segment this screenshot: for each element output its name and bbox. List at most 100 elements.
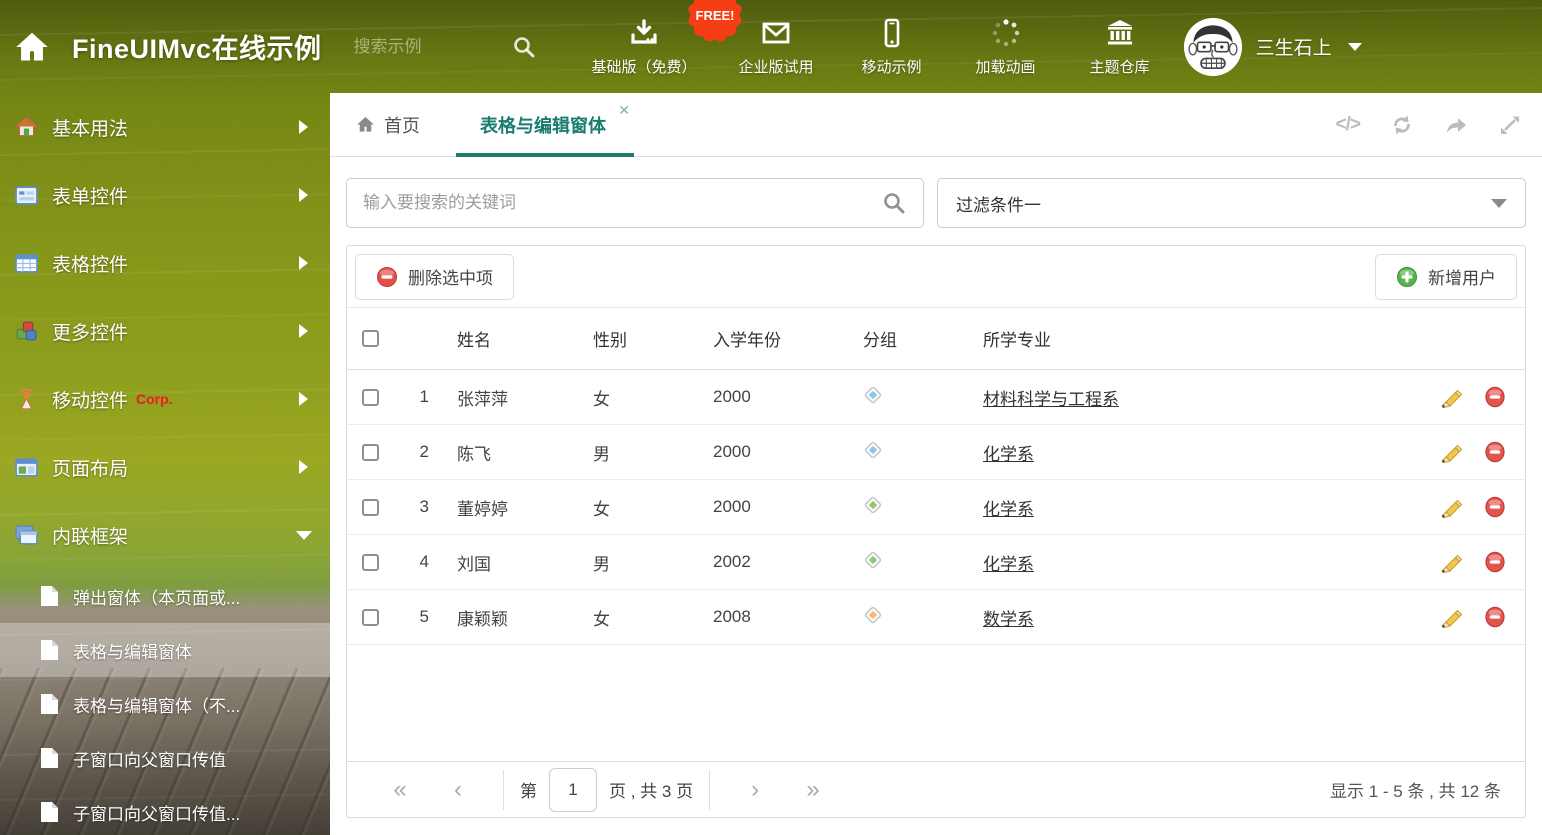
file-icon (41, 802, 58, 822)
download-icon (631, 18, 657, 44)
add-user-button[interactable]: 新增用户 (1375, 253, 1517, 300)
form-icon (15, 185, 38, 205)
open-new-window-icon[interactable] (1444, 113, 1468, 137)
nav-item-enterprise-trial[interactable]: 企业版试用 (739, 17, 814, 77)
plus-circle-icon (1397, 266, 1417, 287)
column-header-major[interactable]: 所学专业 (959, 326, 1415, 351)
row-checkbox[interactable] (361, 608, 379, 626)
sidebar-subitem-popup-window[interactable]: 弹出窗体（本页面或... (0, 569, 330, 623)
page-label-after: 页 , 共 3 页 (609, 782, 694, 801)
chevron-right-icon (299, 324, 308, 338)
column-header-group[interactable]: 分组 (839, 326, 959, 351)
home-icon[interactable] (14, 29, 50, 65)
filter-dropdown[interactable]: 过滤条件一 (937, 178, 1526, 228)
sidebar-item-basic-usage[interactable]: 基本用法 (0, 93, 330, 161)
cell-name: 康颖颖 (457, 609, 508, 629)
column-header-name[interactable]: 姓名 (433, 326, 569, 351)
row-checkbox[interactable] (361, 553, 379, 571)
select-all-checkbox[interactable] (361, 330, 379, 347)
sidebar-item-more-controls[interactable]: 更多控件 (0, 297, 330, 365)
nav-item-loading-animation[interactable]: 加载动画 (970, 17, 1042, 77)
delete-icon[interactable] (1484, 551, 1506, 573)
tag-icon (864, 496, 882, 513)
next-page-button[interactable]: › (726, 776, 784, 804)
close-icon[interactable]: ✕ (618, 102, 630, 119)
sidebar-item-iframe[interactable]: 内联框架 (0, 501, 330, 569)
search-icon[interactable] (512, 35, 536, 59)
cell-gender: 女 (593, 499, 610, 519)
avatar (1183, 17, 1242, 76)
first-page-button[interactable]: « (371, 776, 429, 804)
major-link[interactable]: 化学系 (983, 445, 1034, 464)
user-menu[interactable]: 三生石上 (1183, 17, 1362, 76)
corp-badge: Corp. (136, 391, 173, 407)
table-row: 4 刘国 男 2002 化学系 (347, 535, 1525, 590)
home-icon (357, 116, 374, 132)
sidebar-subitem-grid-edit-window-2[interactable]: 表格与编辑窗体（不... (0, 677, 330, 731)
tag-icon (864, 386, 882, 403)
chevron-down-icon (1491, 198, 1507, 208)
header-search-input[interactable] (353, 29, 504, 64)
free-badge: FREE! (686, 0, 744, 44)
row-checkbox[interactable] (361, 388, 379, 406)
spinner-icon (992, 18, 1019, 46)
tag-icon (864, 441, 882, 458)
tag-icon (864, 551, 882, 568)
column-header-year[interactable]: 入学年份 (689, 326, 839, 351)
major-link[interactable]: 数学系 (983, 610, 1034, 629)
edit-icon[interactable] (1440, 496, 1462, 518)
table-header-row: 姓名 性别 入学年份 分组 所学专业 (347, 308, 1525, 370)
sidebar-subitem-child-to-parent[interactable]: 子窗口向父窗口传值 (0, 731, 330, 785)
sidebar-item-grid-controls[interactable]: 表格控件 (0, 229, 330, 297)
chevron-right-icon (299, 256, 308, 270)
home-icon (14, 115, 39, 137)
delete-icon[interactable] (1484, 496, 1506, 518)
source-code-icon[interactable]: </> (1336, 114, 1362, 136)
nav-item-basic-edition[interactable]: 基础版（免费） (592, 17, 697, 77)
edit-icon[interactable] (1440, 606, 1462, 628)
nav-item-mobile-demo[interactable]: 移动示例 (856, 17, 928, 77)
last-page-button[interactable]: » (784, 776, 842, 804)
cell-gender: 男 (593, 444, 610, 464)
cell-year: 2002 (713, 552, 751, 571)
cell-gender: 男 (593, 554, 610, 574)
chevron-right-icon (299, 188, 308, 202)
sidebar-subitem-child-to-parent-2[interactable]: 子窗口向父窗口传值... (0, 785, 330, 835)
divider (503, 769, 504, 810)
delete-icon[interactable] (1484, 606, 1506, 628)
search-icon[interactable] (882, 191, 906, 215)
maximize-icon[interactable] (1498, 113, 1522, 137)
tab-bar: 首页 表格与编辑窗体 ✕ </> (330, 93, 1542, 157)
keyword-search-input[interactable] (346, 178, 924, 228)
file-icon (41, 748, 58, 768)
sidebar-item-form-controls[interactable]: 表单控件 (0, 161, 330, 229)
nav-item-theme-repo[interactable]: 主题仓库 (1084, 17, 1156, 77)
delete-icon[interactable] (1484, 386, 1506, 408)
major-link[interactable]: 化学系 (983, 500, 1034, 519)
sidebar-item-page-layout[interactable]: 页面布局 (0, 433, 330, 501)
tab-home[interactable]: 首页 (356, 93, 420, 156)
sidebar-item-mobile-controls[interactable]: 移动控件 Corp. (0, 365, 330, 433)
row-checkbox[interactable] (361, 443, 379, 461)
edit-icon[interactable] (1440, 551, 1462, 573)
sidebar-subitem-grid-edit-window[interactable]: 表格与编辑窗体 (0, 623, 330, 677)
bank-icon (1107, 19, 1132, 44)
major-link[interactable]: 材料科学与工程系 (983, 390, 1119, 409)
page-number-input[interactable] (549, 767, 597, 812)
delete-icon[interactable] (1484, 441, 1506, 463)
edit-icon[interactable] (1440, 441, 1462, 463)
prev-page-button[interactable]: ‹ (429, 776, 487, 804)
cell-year: 2000 (713, 497, 751, 516)
major-link[interactable]: 化学系 (983, 555, 1034, 574)
refresh-icon[interactable] (1390, 113, 1414, 137)
edit-icon[interactable] (1440, 386, 1462, 408)
tab-grid-edit-window[interactable]: 表格与编辑窗体 ✕ (456, 93, 634, 157)
delete-selected-button[interactable]: 删除选中项 (355, 253, 514, 300)
table-row: 5 康颖颖 女 2008 数学系 (347, 590, 1525, 645)
header-nav: 基础版（免费） 企业版试用 移动示例 加载动画 主题仓库 (592, 17, 1156, 77)
chevron-right-icon (299, 460, 308, 474)
antenna-icon (19, 387, 34, 409)
column-header-gender[interactable]: 性别 (569, 326, 689, 351)
cell-name: 董婷婷 (457, 499, 508, 519)
row-checkbox[interactable] (361, 498, 379, 516)
